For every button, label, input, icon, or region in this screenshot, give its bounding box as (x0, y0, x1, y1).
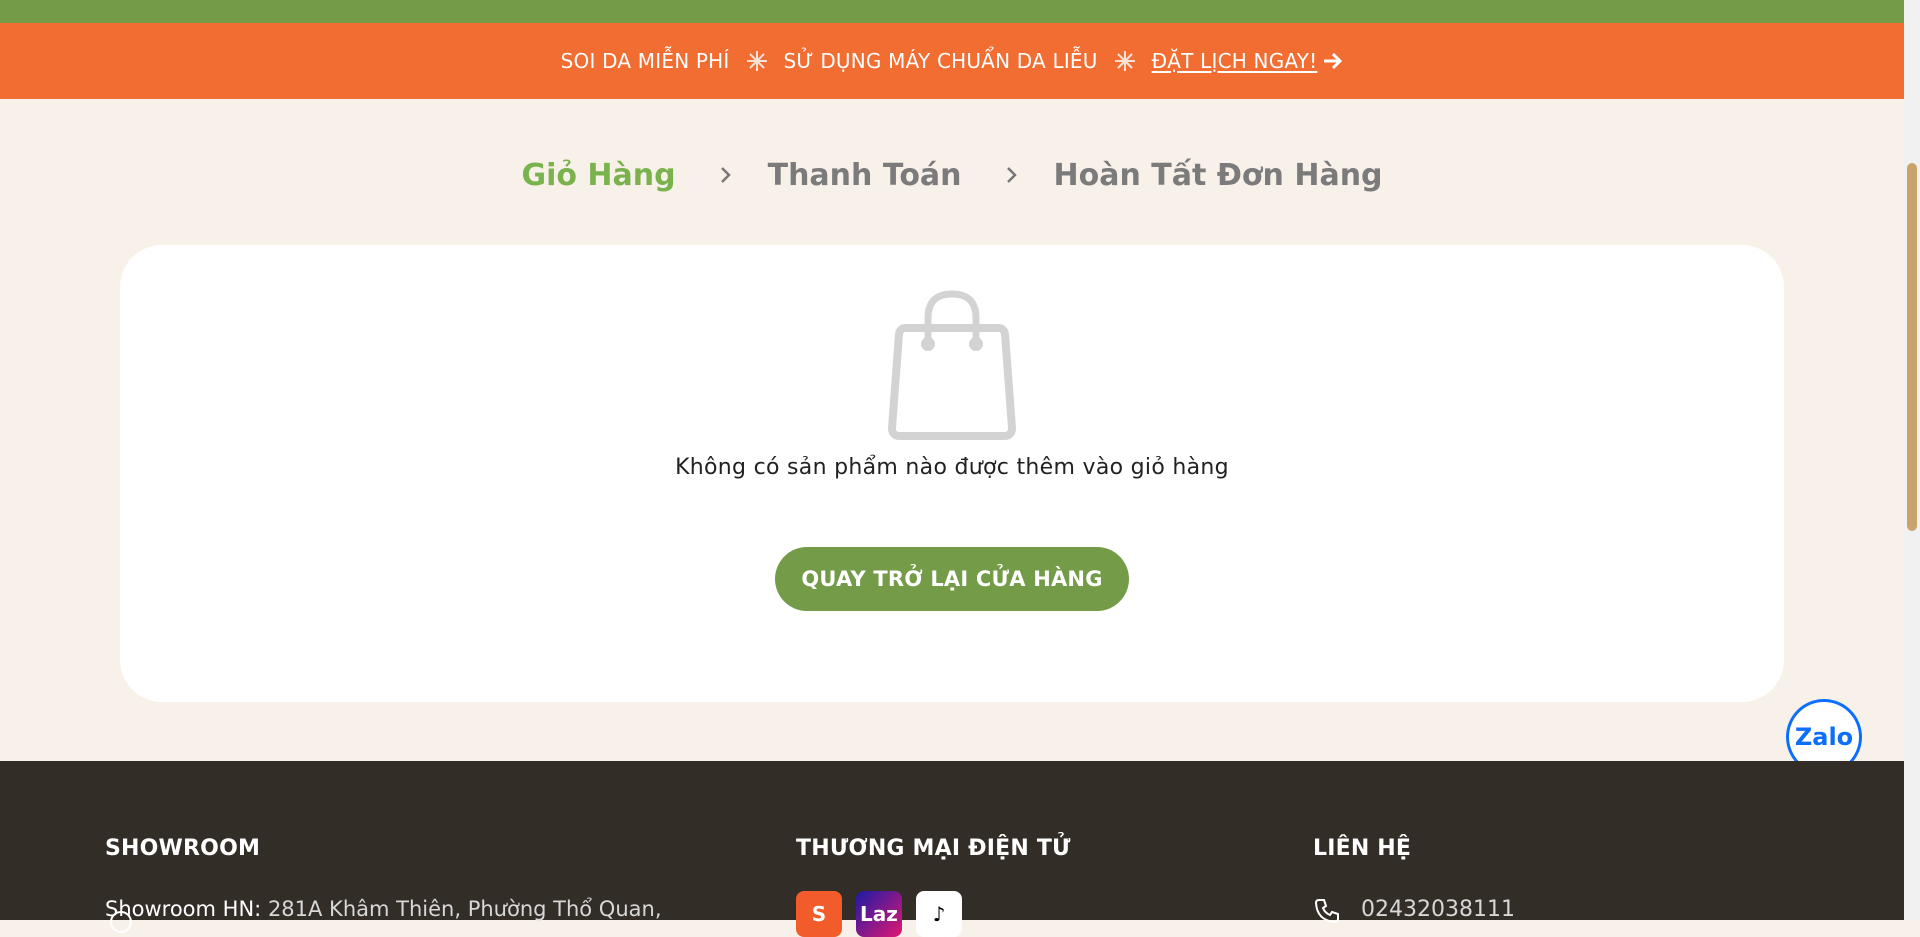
empty-cart-card: Không có sản phẩm nào được thêm vào giỏ … (120, 245, 1784, 702)
phone-icon (1313, 897, 1341, 929)
lazada-link[interactable]: Laz (856, 891, 902, 937)
promo-banner: SOI DA MIỄN PHÍ SỬ DỤNG MÁY CHUẨN DA LIỄ… (0, 23, 1904, 99)
chevron-right-icon (1006, 166, 1018, 184)
showroom-address: Showroom HN: 281A Khâm Thiên, Phường Thổ… (105, 897, 662, 921)
checkout-steps: Giỏ Hàng Thanh Toán Hoàn Tất Đơn Hàng (0, 150, 1904, 200)
tiktok-shop-link[interactable]: ♪ (916, 891, 962, 937)
step-complete[interactable]: Hoàn Tất Đơn Hàng (1054, 158, 1383, 193)
book-now-link[interactable]: ĐẶT LỊCH NGAY! (1152, 49, 1318, 73)
shopping-bag-icon (887, 288, 1017, 444)
contact-title: LIÊN HỆ (1313, 836, 1412, 861)
showroom-label: Showroom HN: (105, 897, 262, 921)
showroom-address-text: 281A Khâm Thiên, Phường Thổ Quan, (267, 897, 662, 921)
back-to-shop-button[interactable]: QUAY TRỞ LẠI CỬA HÀNG (775, 547, 1129, 611)
top-green-bar (0, 0, 1904, 23)
footer: SHOWROOM Showroom HN: 281A Khâm Thiên, P… (0, 761, 1904, 937)
phone-number[interactable]: 02432038111 (1361, 897, 1515, 922)
sparkle-icon (746, 50, 768, 72)
sparkle-icon (1114, 50, 1136, 72)
step-cart[interactable]: Giỏ Hàng (521, 158, 675, 193)
scrollbar-thumb[interactable] (1907, 163, 1917, 531)
zalo-label: Zalo (1794, 723, 1854, 751)
showroom-title: SHOWROOM (105, 836, 261, 861)
ecommerce-links: S Laz ♪ (796, 891, 962, 937)
ecommerce-title: THƯƠNG MẠI ĐIỆN TỬ (796, 836, 1071, 861)
page-scrollbar[interactable] (1904, 0, 1920, 920)
empty-cart-message: Không có sản phẩm nào được thêm vào giỏ … (675, 455, 1229, 480)
shopee-link[interactable]: S (796, 891, 842, 937)
promo-item-machine: SỬ DỤNG MÁY CHUẨN DA LIỄU (783, 49, 1098, 73)
arrow-right-icon[interactable] (1323, 52, 1343, 70)
step-payment[interactable]: Thanh Toán (768, 158, 962, 193)
chevron-right-icon (720, 166, 732, 184)
promo-item-free-skin-test: SOI DA MIỄN PHÍ (560, 49, 730, 73)
